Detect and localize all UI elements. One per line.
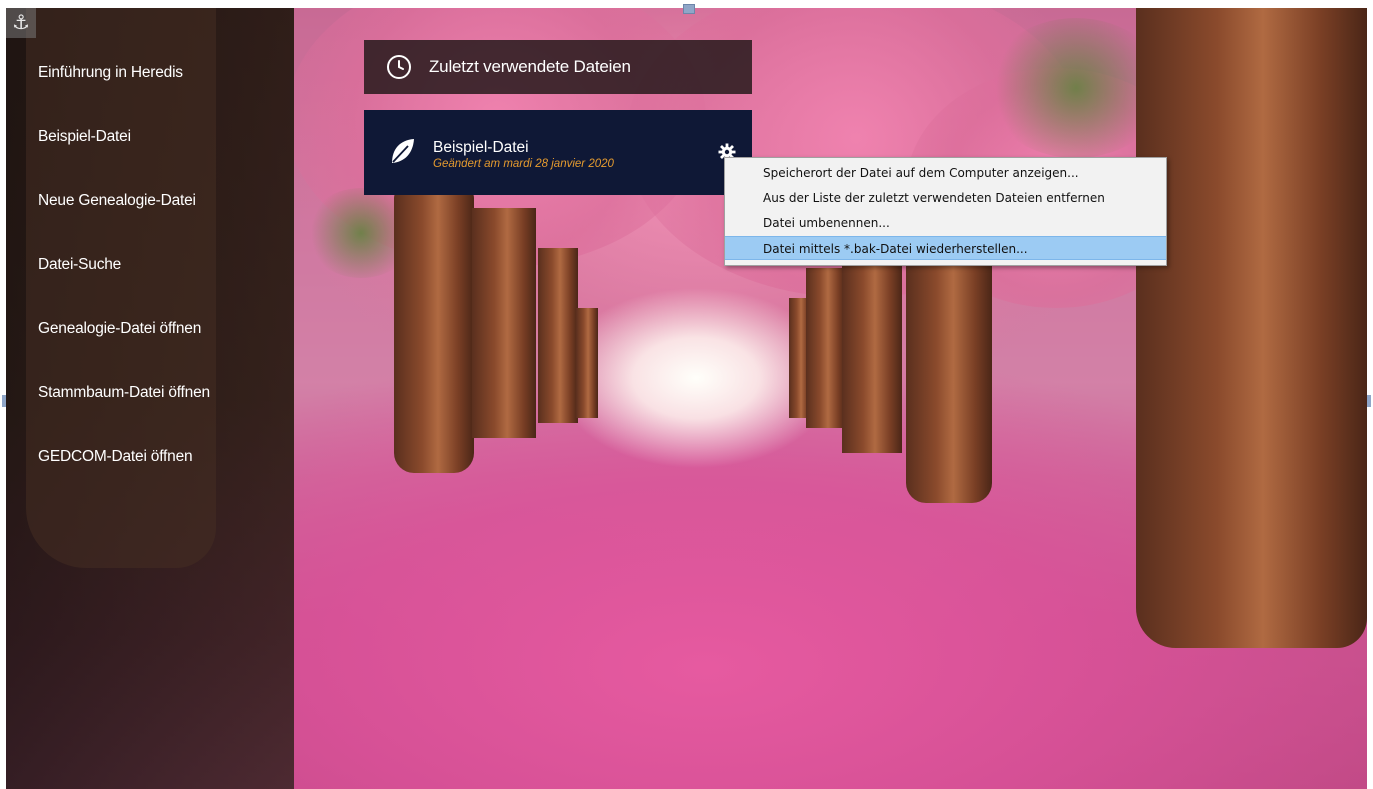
menu-item-rename-file[interactable]: Datei umbenennen... xyxy=(725,211,1166,235)
tree-trunk xyxy=(472,208,536,438)
menu-item-restore-from-bak[interactable]: Datei mittels *.bak-Datei wiederherstell… xyxy=(725,236,1166,260)
sidebar-item-open-gedcom-file[interactable]: GEDCOM-Datei öffnen xyxy=(38,448,193,466)
tree-trunk xyxy=(842,258,902,453)
recent-files-title: Zuletzt verwendete Dateien xyxy=(429,57,631,76)
tree-trunk xyxy=(906,248,992,503)
sidebar-background-trunk xyxy=(26,8,216,568)
menu-item-remove-from-recent[interactable]: Aus der Liste der zuletzt verwendeten Da… xyxy=(725,186,1166,210)
recent-file-modified-date: Geändert am mardi 28 janvier 2020 xyxy=(433,158,614,170)
heredis-start-screen: Einführung in Heredis Beispiel-Datei Neu… xyxy=(0,0,1373,789)
leaf-icon xyxy=(392,139,414,163)
tree-trunk xyxy=(538,248,578,423)
sidebar-item-introduction[interactable]: Einführung in Heredis xyxy=(38,64,183,82)
tree-trunk xyxy=(394,188,474,473)
recent-file-card[interactable]: Beispiel-Datei Geändert am mardi 28 janv… xyxy=(364,110,752,195)
file-context-menu: Speicherort der Datei auf dem Computer a… xyxy=(724,157,1167,266)
sidebar-item-sample-file[interactable]: Beispiel-Datei xyxy=(38,128,131,146)
resize-handle-right[interactable] xyxy=(1367,395,1371,407)
menu-item-show-location[interactable]: Speicherort der Datei auf dem Computer a… xyxy=(725,161,1166,185)
resize-handle-left[interactable] xyxy=(2,395,6,407)
resize-handle-top[interactable] xyxy=(683,4,695,14)
recent-file-name: Beispiel-Datei xyxy=(433,139,529,156)
sidebar-item-open-genealogy-file[interactable]: Genealogie-Datei öffnen xyxy=(38,320,201,338)
recent-files-header: Zuletzt verwendete Dateien xyxy=(364,40,752,94)
tree-trunk xyxy=(576,308,598,418)
tree-trunk xyxy=(806,268,846,428)
tree-trunk xyxy=(1136,8,1367,648)
sidebar: Einführung in Heredis Beispiel-Datei Neu… xyxy=(6,8,294,789)
anchor-icon[interactable]: ⚓ xyxy=(6,8,36,38)
sidebar-item-new-genealogy-file[interactable]: Neue Genealogie-Datei xyxy=(38,192,196,210)
sidebar-item-open-family-tree-file[interactable]: Stammbaum-Datei öffnen xyxy=(38,384,210,402)
clock-icon xyxy=(387,55,411,79)
sidebar-item-file-search[interactable]: Datei-Suche xyxy=(38,256,121,274)
